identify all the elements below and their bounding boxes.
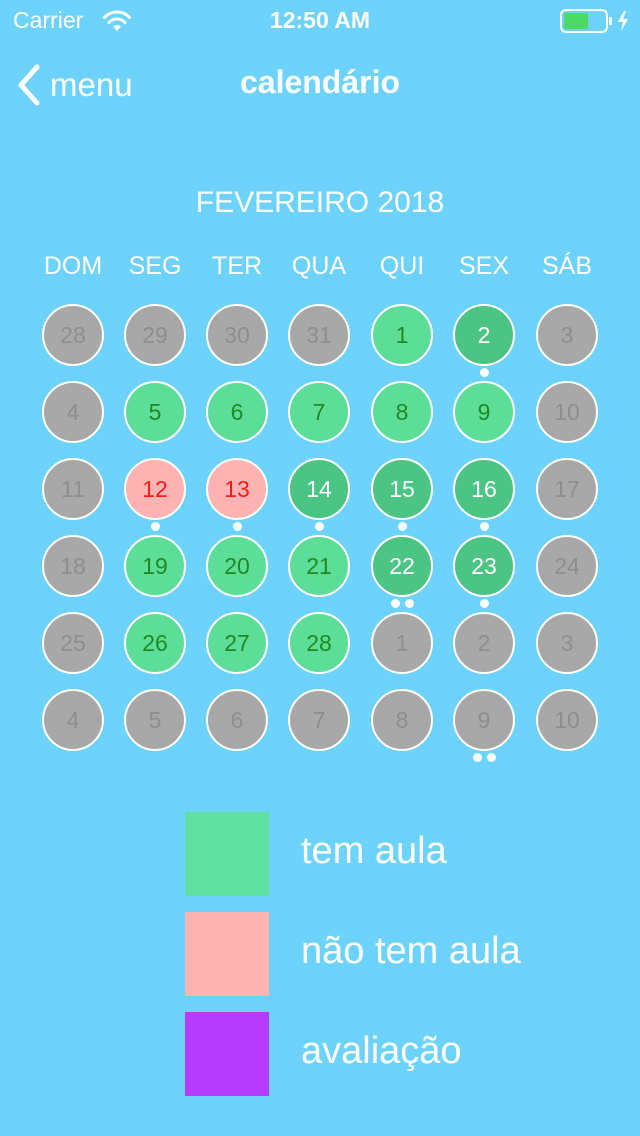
calendar-day[interactable]: 10	[536, 689, 598, 751]
event-dot	[479, 522, 489, 531]
calendar-day[interactable]: 2	[453, 612, 515, 674]
legend-label: tem aula	[301, 830, 447, 872]
legend-label: não tem aula	[301, 930, 521, 972]
calendar-grid: 28 29 30 31 1 2 3 4 5 6 7 8 9 10 11 12 13 14 15 16 17 18 19 20 2…	[0, 0, 640, 780]
calendar-day[interactable]: 6	[206, 381, 268, 443]
calendar-day[interactable]: 9	[453, 689, 515, 751]
event-dot	[314, 522, 324, 531]
calendar-day[interactable]: 1	[371, 304, 433, 366]
legend-item-nao-tem-aula: não tem aula	[185, 912, 605, 996]
event-dot	[397, 522, 407, 531]
legend-item-avaliacao: avaliação	[185, 1012, 605, 1096]
event-dot	[486, 753, 496, 762]
legend-swatch	[185, 812, 269, 896]
calendar-day[interactable]: 23	[453, 535, 515, 597]
calendar-day[interactable]: 17	[536, 458, 598, 520]
calendar-day[interactable]: 5	[124, 689, 186, 751]
event-dot	[404, 599, 414, 608]
calendar-day[interactable]: 28	[42, 304, 104, 366]
calendar-day[interactable]: 25	[42, 612, 104, 674]
calendar-day[interactable]: 3	[536, 612, 598, 674]
event-dot	[232, 522, 242, 531]
calendar-day[interactable]: 16	[453, 458, 515, 520]
event-dot	[150, 522, 160, 531]
calendar-day[interactable]: 19	[124, 535, 186, 597]
calendar-day[interactable]: 30	[206, 304, 268, 366]
calendar-day[interactable]: 8	[371, 689, 433, 751]
calendar-day[interactable]: 11	[42, 458, 104, 520]
calendar-day[interactable]: 1	[371, 612, 433, 674]
calendar-day[interactable]: 28	[288, 612, 350, 674]
calendar-day[interactable]: 29	[124, 304, 186, 366]
calendar-day[interactable]: 6	[206, 689, 268, 751]
calendar-day[interactable]: 7	[288, 381, 350, 443]
calendar-day[interactable]: 20	[206, 535, 268, 597]
calendar-day[interactable]: 10	[536, 381, 598, 443]
legend-item-tem-aula: tem aula	[185, 812, 605, 896]
calendar-day[interactable]: 12	[124, 458, 186, 520]
calendar-day[interactable]: 4	[42, 689, 104, 751]
calendar-day[interactable]: 21	[288, 535, 350, 597]
calendar-day[interactable]: 15	[371, 458, 433, 520]
calendar-day[interactable]: 18	[42, 535, 104, 597]
calendar-day[interactable]: 22	[371, 535, 433, 597]
calendar-day[interactable]: 8	[371, 381, 433, 443]
calendar-day[interactable]: 13	[206, 458, 268, 520]
event-dot	[390, 599, 400, 608]
calendar-day[interactable]: 27	[206, 612, 268, 674]
calendar-day[interactable]: 7	[288, 689, 350, 751]
legend-swatch	[185, 1012, 269, 1096]
calendar-day[interactable]: 14	[288, 458, 350, 520]
calendar-day[interactable]: 26	[124, 612, 186, 674]
calendar-day[interactable]: 9	[453, 381, 515, 443]
calendar-day[interactable]: 4	[42, 381, 104, 443]
calendar-day[interactable]: 31	[288, 304, 350, 366]
event-dot	[472, 753, 482, 762]
event-dot	[479, 368, 489, 377]
legend-label: avaliação	[301, 1030, 462, 1072]
calendar-day[interactable]: 3	[536, 304, 598, 366]
legend-swatch	[185, 912, 269, 996]
calendar-day[interactable]: 24	[536, 535, 598, 597]
calendar-day[interactable]: 2	[453, 304, 515, 366]
calendar-day[interactable]: 5	[124, 381, 186, 443]
event-dot	[479, 599, 489, 608]
